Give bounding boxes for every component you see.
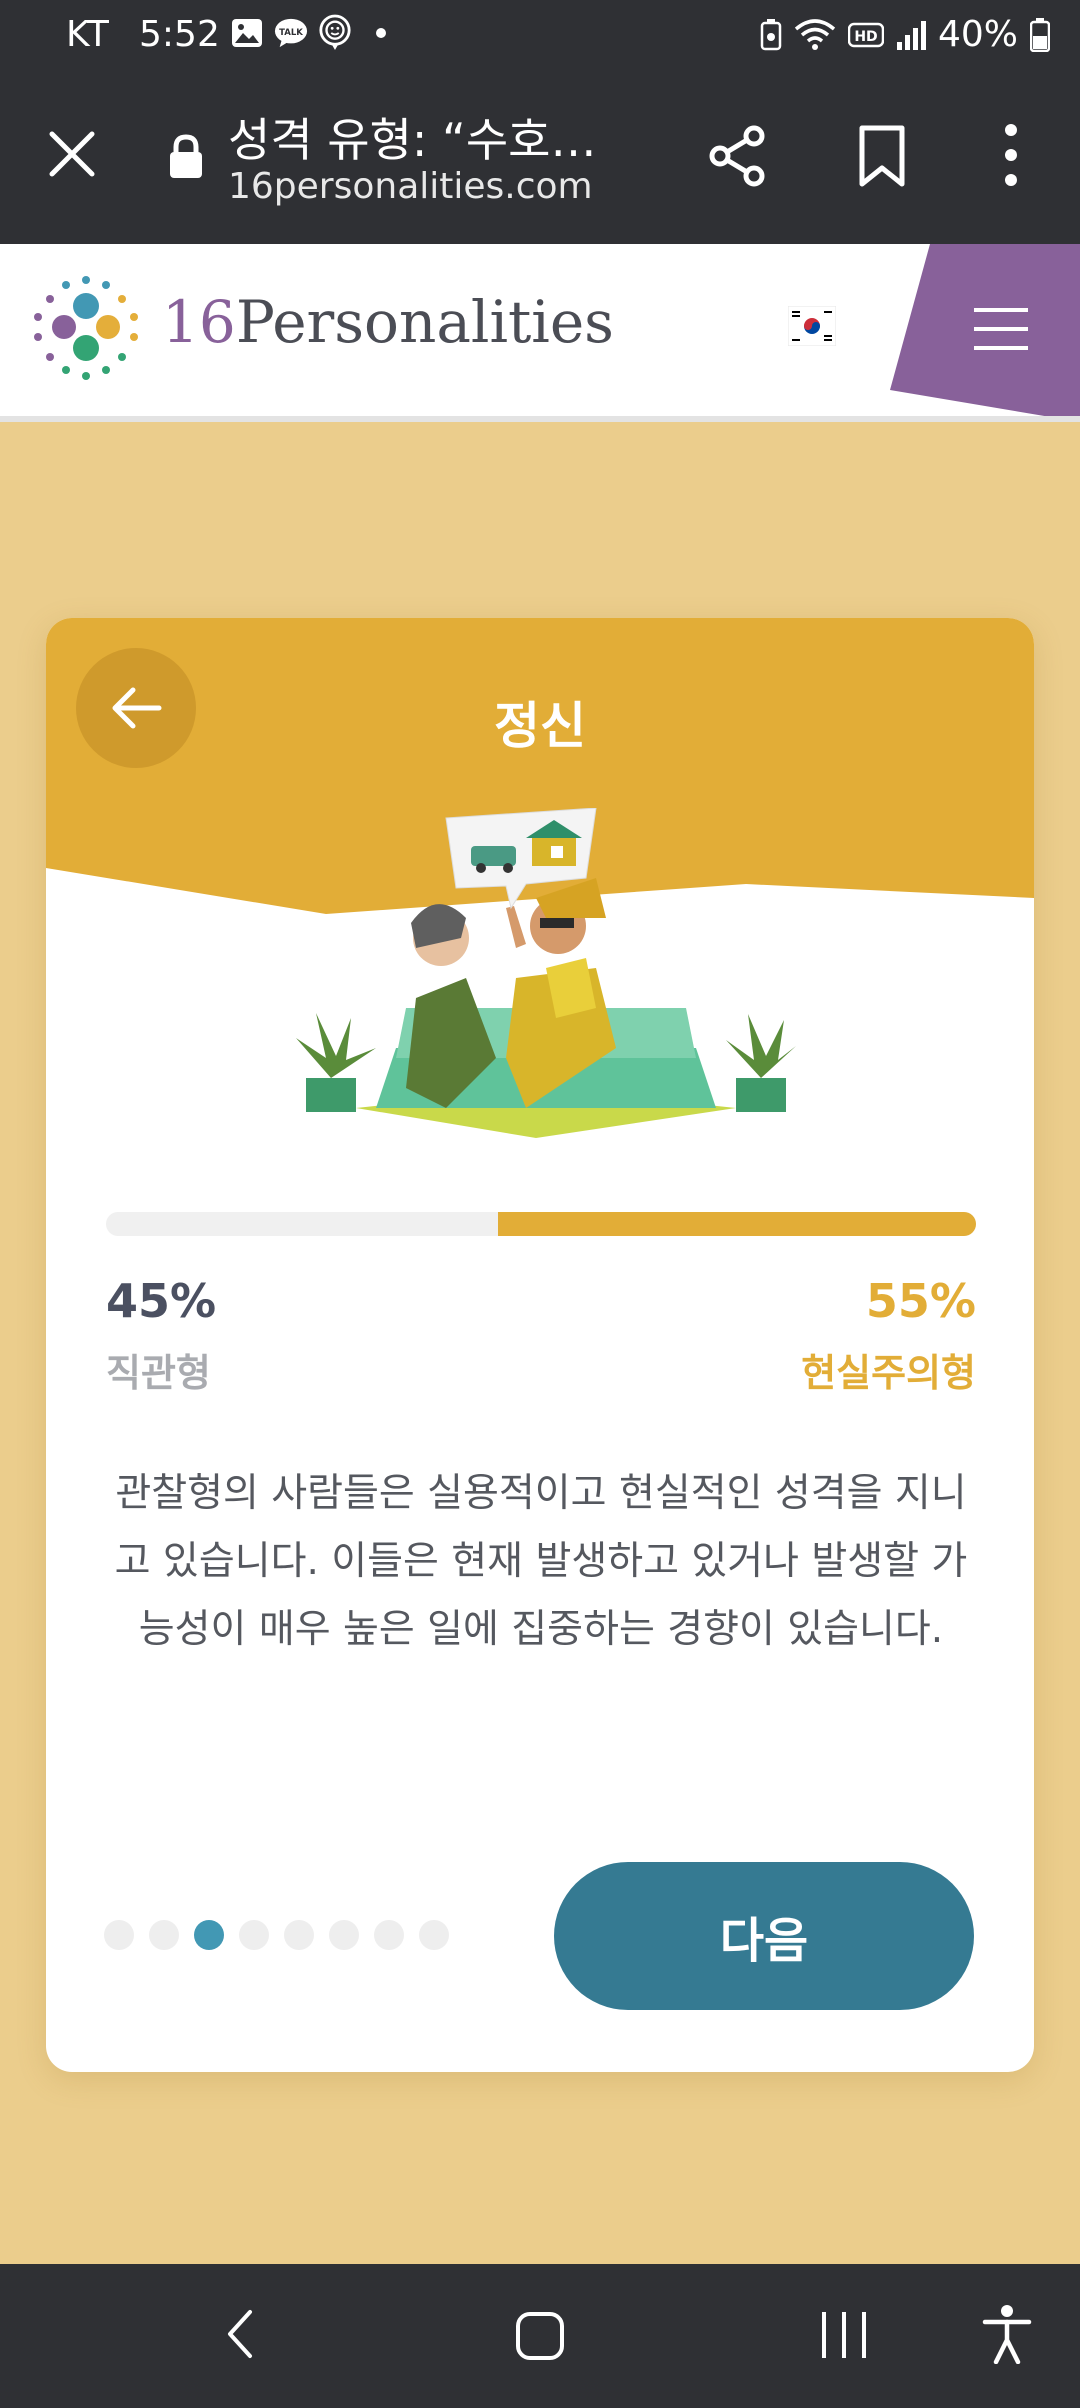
intuitive-label: 직관형 — [106, 1351, 211, 1395]
trait-description: 관찰형의 사람들은 실용적이고 현실적인 성격을 지니고 있습니다. 이들은 현… — [114, 1471, 968, 1652]
observant-percent: 55% — [865, 1274, 976, 1328]
svg-text:TALK: TALK — [279, 28, 303, 38]
status-bar: KT 5:52 TALK HD 40% — [0, 0, 1080, 74]
more-notifications-dot — [376, 28, 386, 38]
url-text[interactable]: 16personalities.com — [228, 166, 593, 207]
share-icon[interactable] — [706, 124, 770, 188]
battery-saver-icon — [760, 18, 782, 51]
pagination-dot[interactable] — [239, 1920, 269, 1950]
nav-recent-apps-icon[interactable] — [818, 2308, 870, 2362]
logo-text: Personalities — [235, 288, 614, 356]
hd-icon: HD — [847, 21, 884, 49]
clock: 5:52 — [139, 14, 220, 55]
card-title: 정신 — [494, 697, 586, 755]
pagination-dot[interactable] — [374, 1920, 404, 1950]
nav-back-icon[interactable] — [220, 2304, 260, 2364]
logo-number: 16 — [162, 288, 236, 356]
more-options-icon[interactable] — [996, 122, 1026, 188]
trait-card: 정신 45% 55% 직관형 현실주의형 관찰형의 사람들은 실용적이고 현실적… — [46, 618, 1034, 2072]
intuitive-percent: 45% — [106, 1274, 217, 1328]
close-icon[interactable] — [42, 124, 102, 184]
observant-label: 현실주의형 — [801, 1351, 976, 1395]
system-nav-bar — [0, 2264, 1080, 2408]
pagination-dot[interactable] — [419, 1920, 449, 1950]
lock-icon[interactable] — [168, 134, 204, 180]
site-header: 16Personalities — [0, 244, 1080, 422]
progress-fill — [497, 1212, 976, 1236]
signal-icon — [896, 20, 926, 50]
trait-progress-bar — [106, 1212, 976, 1236]
observant-people-illustration — [296, 808, 796, 1138]
notification-icons: TALK — [230, 14, 386, 50]
bookmark-icon[interactable] — [856, 124, 908, 188]
next-button[interactable]: 다음 — [554, 1862, 974, 2010]
korea-flag-icon[interactable] — [788, 306, 836, 346]
gallery-icon — [230, 16, 264, 50]
pagination-dots — [104, 1920, 449, 1950]
logo-wordmark[interactable]: 16Personalities — [162, 288, 614, 356]
pagination-dot[interactable] — [329, 1920, 359, 1950]
battery-icon — [1030, 17, 1050, 52]
page-title[interactable]: 성격 유형: “수호… — [228, 104, 597, 170]
logo-icon[interactable] — [26, 272, 146, 392]
accessibility-icon[interactable] — [982, 2304, 1032, 2364]
browser-toolbar: 성격 유형: “수호… 16personalities.com — [0, 74, 1080, 244]
pagination-dot[interactable] — [194, 1920, 224, 1950]
pagination-dot[interactable] — [149, 1920, 179, 1950]
status-right: HD 40% — [760, 14, 1050, 55]
svg-text:HD: HD — [854, 29, 877, 45]
kakaotalk-icon: TALK — [274, 16, 308, 50]
pagination-dot[interactable] — [104, 1920, 134, 1950]
nav-home-icon[interactable] — [514, 2310, 566, 2362]
pagination-dot[interactable] — [284, 1920, 314, 1950]
smiley-icon — [318, 14, 352, 50]
wifi-icon — [794, 18, 836, 51]
menu-icon[interactable] — [974, 304, 1028, 354]
carrier-label: KT — [66, 14, 109, 55]
battery-percent: 40% — [937, 14, 1018, 55]
